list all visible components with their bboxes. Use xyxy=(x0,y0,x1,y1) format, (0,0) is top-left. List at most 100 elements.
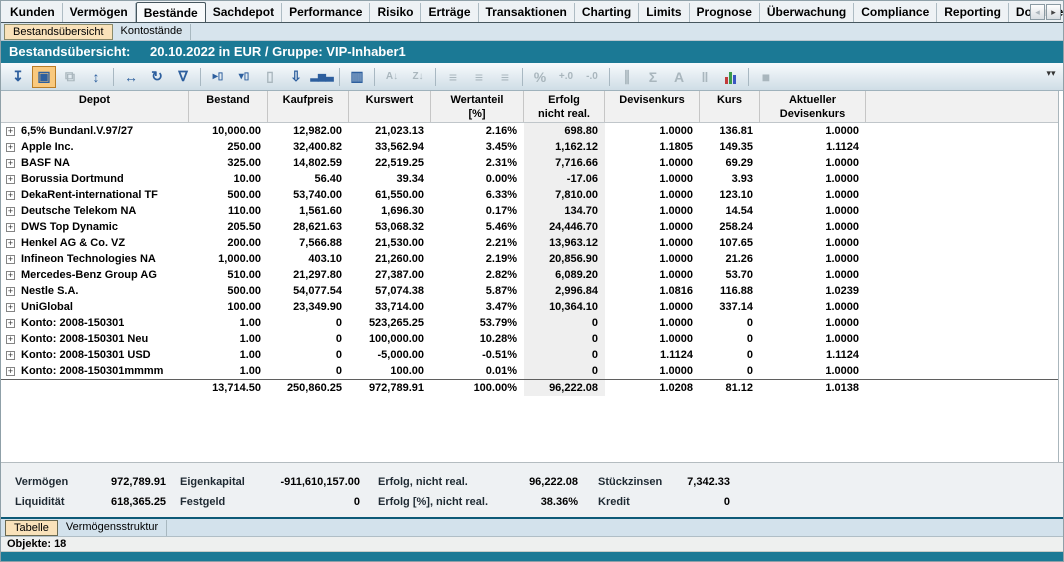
table-row[interactable]: +UniGlobal100.0023,349.9033,714.003.47%1… xyxy=(1,299,1058,315)
expand-icon[interactable]: + xyxy=(6,303,15,312)
toolbar-separator xyxy=(522,68,523,86)
export-row-icon[interactable]: ↧ xyxy=(6,66,30,88)
sum-row-icon[interactable]: ⇩ xyxy=(284,66,308,88)
cell: -0.51% xyxy=(431,347,524,363)
table-row[interactable]: +Mercedes-Benz Group AG510.0021,297.8027… xyxy=(1,267,1058,283)
histogram-icon[interactable]: ▂▅▃ xyxy=(310,66,334,88)
cell: 1.1124 xyxy=(760,347,866,363)
tab-charting[interactable]: Charting xyxy=(575,3,639,22)
expand-icon[interactable]: + xyxy=(6,159,15,168)
table-row[interactable]: +Konto: 2008-1503011.000523,265.2553.79%… xyxy=(1,315,1058,331)
table-row[interactable]: +Henkel AG & Co. VZ200.007,566.8821,530.… xyxy=(1,235,1058,251)
column-width-icon[interactable]: ↔ xyxy=(119,66,143,88)
table-row[interactable]: +Konto: 2008-150301mmmm1.000100.000.01%0… xyxy=(1,363,1058,379)
position-name: Borussia Dortmund xyxy=(21,171,124,187)
expand-icon[interactable]: + xyxy=(6,351,15,360)
expand-icon[interactable]: + xyxy=(6,127,15,136)
tab-scroll-right-icon[interactable]: ▸ xyxy=(1046,4,1061,20)
insert-right-icon[interactable]: ▸▯ xyxy=(206,66,230,88)
table-row[interactable]: +DWS Top Dynamic205.5028,621.6353,068.32… xyxy=(1,219,1058,235)
bottom-tab-vermögensstruktur[interactable]: Vermögensstruktur xyxy=(58,520,167,536)
chart-icon[interactable] xyxy=(719,66,743,88)
column-header-devisenkurs[interactable]: Devisenkurs xyxy=(605,91,700,122)
subtab-bestandsübersicht[interactable]: Bestandsübersicht xyxy=(4,24,113,40)
cell: 205.50 xyxy=(189,219,268,235)
table-row[interactable]: +Konto: 2008-150301 USD1.000-5,000.00-0.… xyxy=(1,347,1058,363)
cell: 1.0239 xyxy=(760,283,866,299)
depot-cell: +Henkel AG & Co. VZ xyxy=(1,235,189,251)
columns-icon[interactable]: ▥ xyxy=(345,66,369,88)
cell: 10,000.00 xyxy=(189,123,268,139)
column-header-bestand[interactable]: Bestand xyxy=(189,91,268,122)
tab-transaktionen[interactable]: Transaktionen xyxy=(479,3,575,22)
tab-sachdepot[interactable]: Sachdepot xyxy=(206,3,282,22)
table-row[interactable]: +Infineon Technologies NA1,000.00403.102… xyxy=(1,251,1058,267)
column-header-aktueller-devisenkurs[interactable]: Aktueller Devisenkurs xyxy=(760,91,866,122)
tab-compliance[interactable]: Compliance xyxy=(854,3,937,22)
table-row[interactable]: +Apple Inc.250.0032,400.8233,562.943.45%… xyxy=(1,139,1058,155)
cell: 1.1124 xyxy=(760,139,866,155)
expand-icon[interactable]: + xyxy=(6,191,15,200)
table-row[interactable]: +Borussia Dortmund10.0056.4039.340.00%-1… xyxy=(1,171,1058,187)
expand-icon[interactable]: + xyxy=(6,335,15,344)
tab-überwachung[interactable]: Überwachung xyxy=(760,3,854,22)
cell: 0 xyxy=(524,331,605,347)
summary-row: Liquidität618,365.25Festgeld0Erfolg [%],… xyxy=(1,492,1063,512)
position-name: BASF NA xyxy=(21,155,70,171)
expand-icon[interactable]: + xyxy=(6,175,15,184)
table-row[interactable]: +Nestle S.A.500.0054,077.5457,074.385.87… xyxy=(1,283,1058,299)
expand-icon[interactable]: + xyxy=(6,271,15,280)
expand-icon[interactable]: + xyxy=(6,143,15,152)
tab-performance[interactable]: Performance xyxy=(282,3,370,22)
tab-kunden[interactable]: Kunden xyxy=(3,3,63,22)
cell: 0 xyxy=(268,347,349,363)
summary-value-kredit: 0 xyxy=(678,496,730,508)
column-header-wertanteil-%[interactable]: Wertanteil [%] xyxy=(431,91,524,122)
tab-scroll-left-icon[interactable]: ◂ xyxy=(1030,4,1045,20)
column-header-kurswert[interactable]: Kurswert xyxy=(349,91,431,122)
bottom-tab-tabelle[interactable]: Tabelle xyxy=(5,520,58,536)
tab-reporting[interactable]: Reporting xyxy=(937,3,1009,22)
position-name: Apple Inc. xyxy=(21,139,74,155)
cell: 1.0000 xyxy=(760,235,866,251)
table-row[interactable]: +Konto: 2008-150301 Neu1.000100,000.0010… xyxy=(1,331,1058,347)
table-row[interactable]: +6,5% Bundanl.V.97/2710,000.0012,982.002… xyxy=(1,123,1058,139)
table-row[interactable]: +DekaRent-international TF500.0053,740.0… xyxy=(1,187,1058,203)
expand-icon[interactable]: + xyxy=(6,287,15,296)
expand-icon[interactable]: + xyxy=(6,239,15,248)
position-name: Konto: 2008-150301 USD xyxy=(21,347,151,363)
table-row[interactable]: +BASF NA325.0014,802.5922,519.252.31%7,7… xyxy=(1,155,1058,171)
fit-view-icon[interactable]: ▣ xyxy=(32,66,56,88)
tab-erträge[interactable]: Erträge xyxy=(421,3,478,22)
column-header-kaufpreis[interactable]: Kaufpreis xyxy=(268,91,349,122)
toolbar-separator xyxy=(609,68,610,86)
expand-icon[interactable]: + xyxy=(6,207,15,216)
subtab-kontostände[interactable]: Kontostände xyxy=(113,24,192,40)
toolbar: ↧▣⧉↕↔↻∇▸▯▾▯▯⇩▂▅▃▥A↓Z↓≡≡≡%+.0-.0∥ΣA‖■ ▾▾ xyxy=(1,63,1063,91)
expand-icon[interactable]: + xyxy=(6,255,15,264)
expand-icon[interactable]: + xyxy=(6,223,15,232)
tab-limits[interactable]: Limits xyxy=(639,3,689,22)
refresh-icon[interactable]: ↻ xyxy=(145,66,169,88)
filter-icon[interactable]: ∇ xyxy=(171,66,195,88)
expand-rows-icon[interactable]: ↕ xyxy=(84,66,108,88)
column-header-erfolg-nicht-real[interactable]: Erfolg nicht real. xyxy=(524,91,605,122)
summary-label-stückzinsen: Stückzinsen xyxy=(598,476,678,488)
tab-vermögen[interactable]: Vermögen xyxy=(63,3,136,22)
table-row[interactable]: +Deutsche Telekom NA110.001,561.601,696.… xyxy=(1,203,1058,219)
column-header-kurs[interactable]: Kurs xyxy=(700,91,760,122)
totals-depot-cell xyxy=(1,380,189,396)
insert-down-icon[interactable]: ▾▯ xyxy=(232,66,256,88)
tab-prognose[interactable]: Prognose xyxy=(690,3,760,22)
expand-icon[interactable]: + xyxy=(6,367,15,376)
column-header-depot[interactable]: Depot xyxy=(1,91,189,122)
toolbar-overflow-icon[interactable]: ▾▾ xyxy=(1043,67,1059,87)
tab-bestände[interactable]: Bestände xyxy=(136,2,206,23)
bottom-tab-bar: TabelleVermögensstruktur xyxy=(1,519,1063,537)
expand-icon[interactable]: + xyxy=(6,319,15,328)
sort-desc-icon: Z↓ xyxy=(406,66,430,88)
tab-risiko[interactable]: Risiko xyxy=(370,3,421,22)
totals-cell: 972,789.91 xyxy=(349,380,431,396)
totals-cell: 100.00% xyxy=(431,380,524,396)
cell: 107.65 xyxy=(700,235,760,251)
